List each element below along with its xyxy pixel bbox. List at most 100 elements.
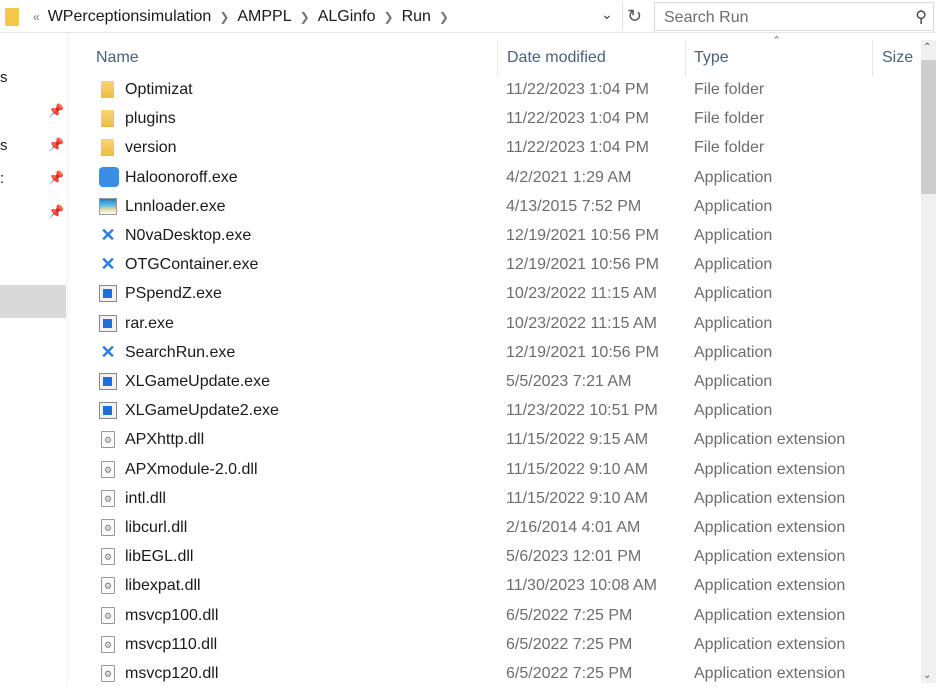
address-bar[interactable]: « WPerceptionsimulation ❯ AMPPL ❯ ALGinf… xyxy=(0,2,647,31)
file-row[interactable]: APXhttp.dll 11/15/2022 9:15 AM Application… xyxy=(96,425,916,454)
file-row[interactable]: ✕ N0vaDesktop.exe 12/19/2021 10:56 PM Appli… xyxy=(96,221,916,250)
file-name[interactable]: Lnnloader.exe xyxy=(125,192,226,221)
overflow-chevron[interactable]: « xyxy=(33,10,40,24)
application-icon xyxy=(99,314,117,332)
file-row[interactable]: PSpendZ.exe 10/23/2022 11:15 AM Applicatio… xyxy=(96,279,916,308)
refresh-icon[interactable]: ↻ xyxy=(622,2,646,30)
file-name[interactable]: msvcp110.dll xyxy=(125,630,217,659)
file-date: 11/15/2022 9:15 AM xyxy=(506,431,649,449)
file-row[interactable]: libexpat.dll 11/30/2023 10:08 AM Applicati… xyxy=(96,571,916,600)
file-date: 12/19/2021 10:56 PM xyxy=(506,343,660,361)
folder-icon xyxy=(101,81,114,98)
scroll-up-icon[interactable]: ⌃ xyxy=(923,42,931,53)
nav-item-label[interactable]: s xyxy=(0,137,8,154)
file-name[interactable]: SearchRun.exe xyxy=(125,338,235,367)
file-row[interactable]: APXmodule-2.0.dll 11/15/2022 9:10 AM Appli… xyxy=(96,455,916,484)
file-row[interactable]: msvcp120.dll 6/5/2022 7:25 PM Application … xyxy=(96,659,916,688)
file-date: 5/5/2023 7:21 AM xyxy=(506,373,632,390)
file-type: Application extension xyxy=(694,635,846,653)
column-header-name[interactable]: Name xyxy=(96,40,139,76)
file-row[interactable]: XLGameUpdate2.exe 11/23/2022 10:51 PM Appl… xyxy=(96,396,916,425)
file-name[interactable]: intl.dll xyxy=(125,484,166,513)
pin-icon: 📌 xyxy=(48,170,65,185)
file-name[interactable]: plugins xyxy=(125,104,176,133)
file-row[interactable]: rar.exe 10/23/2022 11:15 AM Application xyxy=(96,309,916,338)
file-row[interactable]: version 11/22/2023 1:04 PM File folder xyxy=(96,133,916,162)
file-row[interactable]: libEGL.dll 5/6/2023 12:01 PM Application e… xyxy=(96,542,916,571)
file-type: Application xyxy=(694,285,773,303)
column-divider[interactable] xyxy=(497,40,498,76)
file-row[interactable]: ✕ SearchRun.exe 12/19/2021 10:56 PM Applica… xyxy=(96,338,916,367)
scrollbar-thumb[interactable] xyxy=(921,60,936,194)
file-name[interactable]: libcurl.dll xyxy=(125,513,187,542)
nav-item-label[interactable]: s xyxy=(0,69,8,86)
app-icon xyxy=(99,166,119,187)
search-icon[interactable]: ⚲ xyxy=(915,7,927,27)
file-name[interactable]: APXhttp.dll xyxy=(125,425,204,454)
file-date: 11/30/2023 10:08 AM xyxy=(506,577,657,595)
file-row[interactable]: plugins 11/22/2023 1:04 PM File folder xyxy=(96,104,916,133)
file-date: 10/23/2022 11:15 AM xyxy=(506,285,657,303)
breadcrumb-wperceptionsimulation[interactable]: WPerceptionsimulation xyxy=(48,8,212,26)
file-name[interactable]: XLGameUpdate.exe xyxy=(125,367,270,396)
dll-file-icon xyxy=(101,519,115,536)
column-header-size[interactable]: Size xyxy=(882,40,913,76)
file-row[interactable]: msvcp110.dll 6/5/2022 7:25 PM Application … xyxy=(96,630,916,659)
file-name[interactable]: N0vaDesktop.exe xyxy=(125,221,251,250)
breadcrumb-run[interactable]: Run xyxy=(402,8,431,26)
file-row[interactable]: libcurl.dll 2/16/2014 4:01 AM Application … xyxy=(96,513,916,542)
file-date: 12/19/2021 10:56 PM xyxy=(506,227,660,244)
file-name[interactable]: libexpat.dll xyxy=(125,571,201,600)
scroll-down-icon[interactable]: ⌄ xyxy=(923,670,931,681)
file-date: 4/13/2015 7:52 PM xyxy=(506,197,642,215)
pin-icon: 📌 xyxy=(48,204,65,219)
search-input[interactable]: Search Run ⚲ xyxy=(654,2,934,31)
chevron-right-icon[interactable]: ❯ xyxy=(219,10,229,24)
nav-item-label[interactable]: : xyxy=(0,170,4,187)
dll-file-icon xyxy=(101,431,115,449)
nav-item-selected[interactable] xyxy=(0,285,66,318)
file-type: Application extension xyxy=(694,577,846,595)
file-name[interactable]: libEGL.dll xyxy=(125,542,193,571)
chevron-right-icon[interactable]: ❯ xyxy=(300,10,310,24)
chevron-down-icon[interactable]: ⌄ xyxy=(601,6,613,23)
file-name[interactable]: msvcp100.dll xyxy=(125,601,218,630)
file-row[interactable]: intl.dll 11/15/2022 9:10 AM Application ex… xyxy=(96,484,916,513)
file-row[interactable]: Optimizat 11/22/2023 1:04 PM File folder xyxy=(96,75,916,104)
vertical-scrollbar[interactable]: ⌃ ⌄ xyxy=(921,40,936,683)
file-name[interactable]: msvcp120.dll xyxy=(125,659,218,688)
nova-app-icon: ✕ xyxy=(100,341,116,362)
file-row[interactable]: XLGameUpdate.exe 5/5/2023 7:21 AM Applicat… xyxy=(96,367,916,396)
file-row[interactable]: ✕ OTGContainer.exe 12/19/2021 10:56 PM Appl… xyxy=(96,250,916,279)
file-type: Application xyxy=(694,402,773,420)
breadcrumb-amppl[interactable]: AMPPL xyxy=(237,8,291,26)
column-divider[interactable] xyxy=(685,40,686,76)
file-row[interactable]: Lnnloader.exe 4/13/2015 7:52 PM Applicatio… xyxy=(96,192,916,221)
file-type: File folder xyxy=(694,139,765,157)
file-name[interactable]: rar.exe xyxy=(125,309,174,338)
application-icon xyxy=(99,285,117,303)
file-name[interactable]: version xyxy=(125,133,177,162)
breadcrumb-alginfo[interactable]: ALGinfo xyxy=(318,8,376,26)
file-name[interactable]: XLGameUpdate2.exe xyxy=(125,396,279,425)
chevron-right-icon[interactable]: ❯ xyxy=(384,10,394,24)
file-type: Application xyxy=(694,168,773,186)
file-name[interactable]: PSpendZ.exe xyxy=(125,279,222,308)
column-header-date[interactable]: Date modified xyxy=(507,40,606,76)
file-type: Application extension xyxy=(694,665,846,682)
column-divider[interactable] xyxy=(872,40,873,76)
image-app-icon xyxy=(99,197,117,215)
file-name[interactable]: OTGContainer.exe xyxy=(125,250,258,279)
file-name[interactable]: APXmodule-2.0.dll xyxy=(125,455,258,484)
file-row[interactable]: msvcp100.dll 6/5/2022 7:25 PM Application … xyxy=(96,601,916,630)
file-row[interactable]: Haloonoroff.exe 4/2/2021 1:29 AM Applicati… xyxy=(96,163,916,192)
column-header-type[interactable]: Type xyxy=(694,40,729,76)
file-date: 11/22/2023 1:04 PM xyxy=(506,110,649,128)
file-type: Application xyxy=(694,373,773,390)
file-date: 6/5/2022 7:25 PM xyxy=(506,635,633,653)
chevron-right-icon[interactable]: ❯ xyxy=(439,10,449,24)
dll-file-icon xyxy=(101,635,115,653)
file-name[interactable]: Optimizat xyxy=(125,75,193,104)
file-name[interactable]: Haloonoroff.exe xyxy=(125,163,238,192)
nova-app-icon: ✕ xyxy=(100,254,116,275)
